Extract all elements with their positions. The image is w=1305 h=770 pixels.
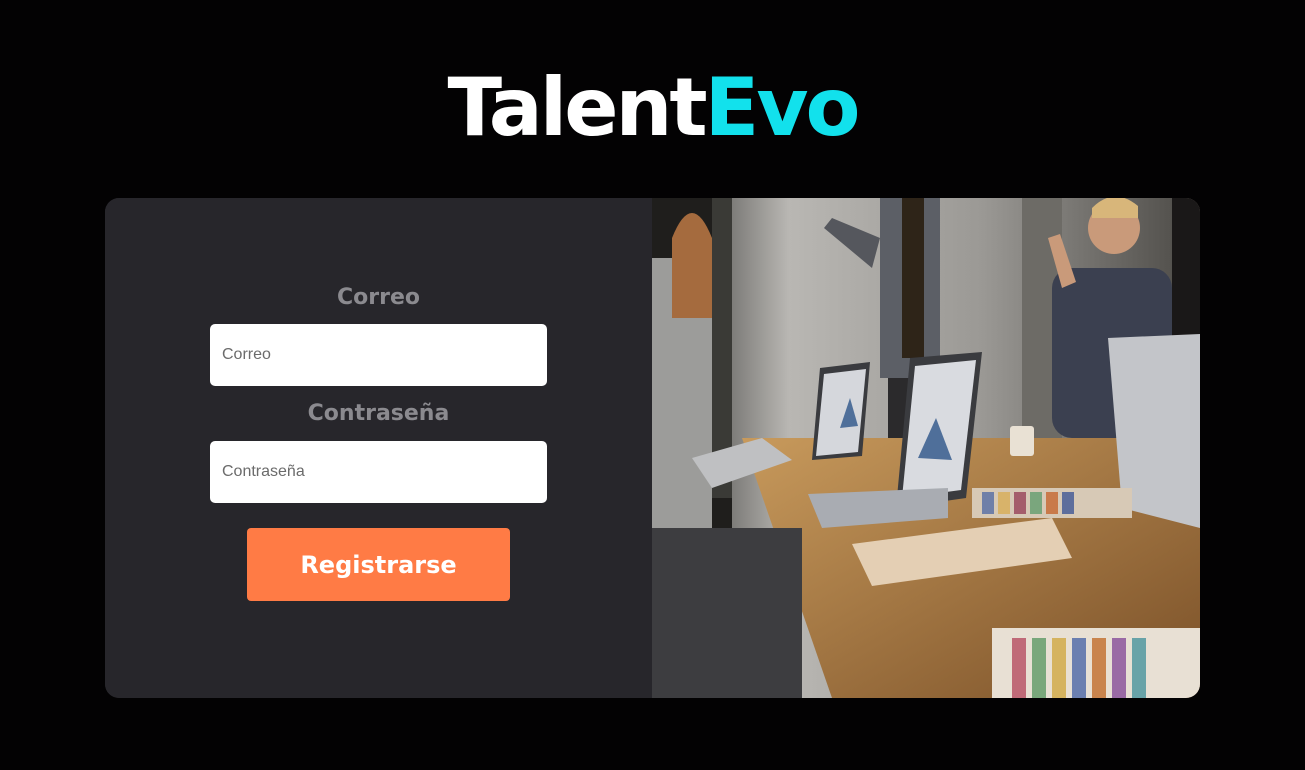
brand-logo: TalentEvo	[0, 58, 1305, 158]
brand-name-evo: Evo	[704, 61, 861, 154]
register-button[interactable]: Registrarse	[247, 528, 510, 601]
password-field[interactable]	[210, 441, 547, 503]
email-field[interactable]	[210, 324, 547, 386]
email-label: Correo	[337, 285, 420, 310]
register-form: Correo Contraseña Registrarse	[105, 198, 652, 698]
password-label: Contraseña	[307, 401, 450, 426]
brand-name-talent: Talent	[447, 61, 708, 154]
team-meeting-photo	[652, 198, 1200, 698]
team-meeting-illustration	[652, 198, 1200, 698]
register-card: Correo Contraseña Registrarse	[105, 198, 1200, 698]
